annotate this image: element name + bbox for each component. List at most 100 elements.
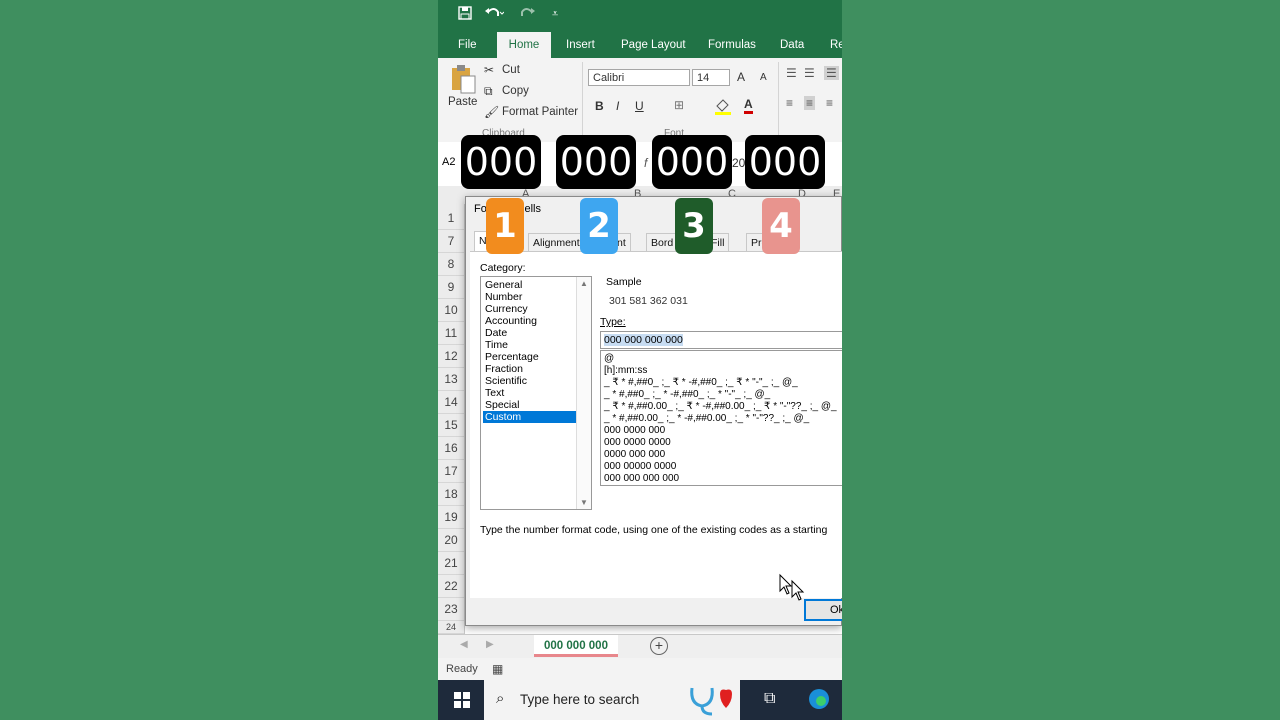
category-item-selected[interactable]: Custom	[483, 411, 579, 423]
category-item[interactable]: Scientific	[483, 375, 579, 387]
shrink-font-button[interactable]: A	[760, 72, 767, 83]
format-painter-icon[interactable]: 🖌	[484, 105, 499, 119]
taskbar-search-box[interactable]: ⌕ Type here to search	[484, 680, 740, 720]
customize-qat-icon[interactable]: ⩡	[552, 8, 558, 21]
underline-button[interactable]: U	[635, 99, 644, 113]
cut-icon[interactable]: ✂	[484, 63, 494, 77]
format-painter-button[interactable]: Format Painter	[502, 106, 578, 118]
category-item[interactable]: Accounting	[483, 315, 579, 327]
italic-button[interactable]: I	[616, 99, 619, 113]
row-header[interactable]: 17	[438, 460, 464, 483]
task-view-icon[interactable]: ⧉	[764, 690, 775, 708]
align-right-icon[interactable]: ≡	[826, 96, 833, 110]
scroll-up-icon[interactable]: ▲	[580, 279, 588, 288]
format-item[interactable]: 000 0000 0000	[604, 437, 671, 449]
copy-button[interactable]: Copy	[502, 85, 529, 97]
fill-color-icon[interactable]	[714, 97, 732, 118]
row-header[interactable]: 23	[438, 598, 464, 621]
category-scrollbar[interactable]: ▲ ▼	[576, 277, 591, 509]
row-header[interactable]: 13	[438, 368, 464, 391]
format-item[interactable]: 0000 000 000	[604, 449, 665, 461]
tab-home[interactable]: Home	[497, 32, 551, 58]
next-sheet-icon[interactable]: ▶	[486, 639, 494, 650]
format-item[interactable]: [h]:mm:ss	[604, 365, 647, 377]
category-item[interactable]: Text	[483, 387, 579, 399]
category-item[interactable]: Fraction	[483, 363, 579, 375]
row-header[interactable]: 19	[438, 506, 464, 529]
format-item[interactable]: _ ₹ * #,##0.00_ ;_ ₹ * -#,##0.00_ ;_ ₹ *…	[604, 401, 837, 413]
tab-page-layout[interactable]: Page Layout	[615, 32, 692, 58]
font-color-button[interactable]: A	[744, 98, 753, 114]
tab-insert[interactable]: Insert	[560, 32, 601, 58]
format-item[interactable]: 000 000 000 000	[604, 473, 679, 485]
format-item[interactable]: 000 0000 000	[604, 425, 665, 437]
category-item[interactable]: Currency	[483, 303, 579, 315]
format-item[interactable]: 000 00000 0000	[604, 461, 676, 473]
category-item[interactable]: Number	[483, 291, 579, 303]
format-item[interactable]: _ * #,##0_ ;_ * -#,##0_ ;_ * "-"_ ;_ @_	[604, 389, 770, 401]
align-bottom-icon[interactable]: ☰	[824, 66, 839, 80]
stethoscope-heart-icon[interactable]	[688, 684, 738, 720]
row-header[interactable]: 1	[438, 207, 464, 230]
row-header[interactable]: 21	[438, 552, 464, 575]
accessibility-icon[interactable]: ▦	[492, 662, 503, 676]
format-item[interactable]: @	[604, 353, 614, 365]
tab-review[interactable]: Re	[824, 32, 842, 58]
font-name-select[interactable]: Calibri	[588, 69, 690, 86]
redo-icon[interactable]	[518, 6, 538, 24]
borders-icon[interactable]: ⊞	[674, 98, 684, 112]
align-center-icon[interactable]: ≡	[804, 96, 816, 110]
tab-data[interactable]: Data	[774, 32, 810, 58]
row-header[interactable]: 9	[438, 276, 464, 299]
category-item[interactable]: Special	[483, 399, 579, 411]
category-item[interactable]: Percentage	[483, 351, 579, 363]
row-header[interactable]: 8	[438, 253, 464, 276]
row-header[interactable]: 18	[438, 483, 464, 506]
paste-icon[interactable]	[450, 64, 476, 99]
align-left-icon[interactable]: ≡	[786, 96, 793, 110]
category-item[interactable]: General	[483, 279, 579, 291]
scroll-down-icon[interactable]: ▼	[580, 498, 588, 507]
row-header[interactable]: 22	[438, 575, 464, 598]
font-size-select[interactable]: 14	[692, 69, 730, 86]
format-item[interactable]: _ ₹ * #,##0_ ;_ ₹ * -#,##0_ ;_ ₹ * "-"_ …	[604, 377, 798, 389]
tab-border[interactable]: Bord	[646, 233, 679, 252]
prev-sheet-icon[interactable]: ◀	[460, 639, 468, 650]
row-header[interactable]: 15	[438, 414, 464, 437]
formula-input[interactable]: 20	[732, 156, 745, 170]
cut-button[interactable]: Cut	[502, 64, 520, 76]
name-box[interactable]: A2	[442, 156, 462, 174]
row-header[interactable]: 12	[438, 345, 464, 368]
bold-button[interactable]: B	[595, 99, 604, 113]
copy-icon[interactable]: ⧉	[484, 84, 493, 99]
edge-browser-icon[interactable]	[808, 688, 830, 715]
format-item[interactable]: _ * #,##0.00_ ;_ * -#,##0.00_ ;_ * "-"??…	[604, 413, 809, 425]
paste-button[interactable]: Paste	[448, 96, 477, 108]
category-item[interactable]: Time	[483, 339, 579, 351]
ok-button[interactable]: Ok	[804, 599, 842, 621]
save-icon[interactable]	[458, 6, 472, 24]
category-item[interactable]: Date	[483, 327, 579, 339]
row-header[interactable]: 7	[438, 230, 464, 253]
windows-start-icon[interactable]	[454, 692, 470, 713]
add-sheet-icon[interactable]: +	[650, 637, 668, 655]
grow-font-button[interactable]: A	[737, 70, 745, 84]
undo-icon[interactable]	[484, 6, 505, 24]
row-header[interactable]: 20	[438, 529, 464, 552]
align-middle-icon[interactable]: ☰	[804, 66, 815, 80]
row-header[interactable]: 11	[438, 322, 464, 345]
category-list[interactable]: General Number Currency Accounting Date …	[480, 276, 592, 510]
row-header[interactable]: 14	[438, 391, 464, 414]
type-input[interactable]: 000 000 000 000	[600, 331, 842, 349]
row-header[interactable]: 24	[438, 621, 464, 634]
group-label-1: 000	[461, 135, 541, 189]
tab-formulas[interactable]: Formulas	[702, 32, 762, 58]
tab-alignment[interactable]: Alignment	[528, 233, 585, 252]
row-header[interactable]: 10	[438, 299, 464, 322]
sheet-tab-active[interactable]: 000 000 000	[534, 635, 618, 657]
tab-file[interactable]: File	[452, 32, 483, 58]
align-top-icon[interactable]: ☰	[786, 66, 797, 80]
fx-icon[interactable]: f	[644, 156, 647, 170]
format-list[interactable]: @ [h]:mm:ss _ ₹ * #,##0_ ;_ ₹ * -#,##0_ …	[600, 350, 842, 486]
row-header[interactable]: 16	[438, 437, 464, 460]
